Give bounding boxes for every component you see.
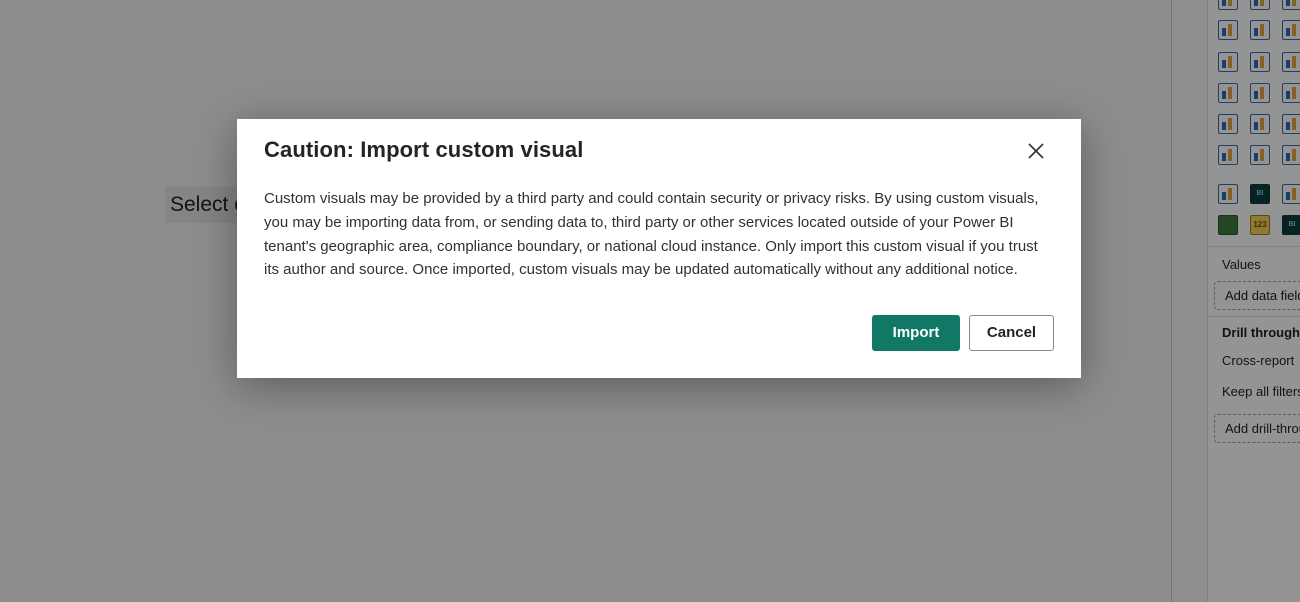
close-icon	[1028, 143, 1044, 159]
import-custom-visual-dialog: Caution: Import custom visual Custom vis…	[237, 119, 1081, 378]
cancel-button[interactable]: Cancel	[969, 315, 1054, 351]
close-button[interactable]	[1021, 136, 1051, 166]
dialog-title: Caution: Import custom visual	[264, 137, 584, 162]
import-button[interactable]: Import	[872, 315, 960, 351]
dialog-message: Custom visuals may be provided by a thir…	[264, 190, 1039, 279]
